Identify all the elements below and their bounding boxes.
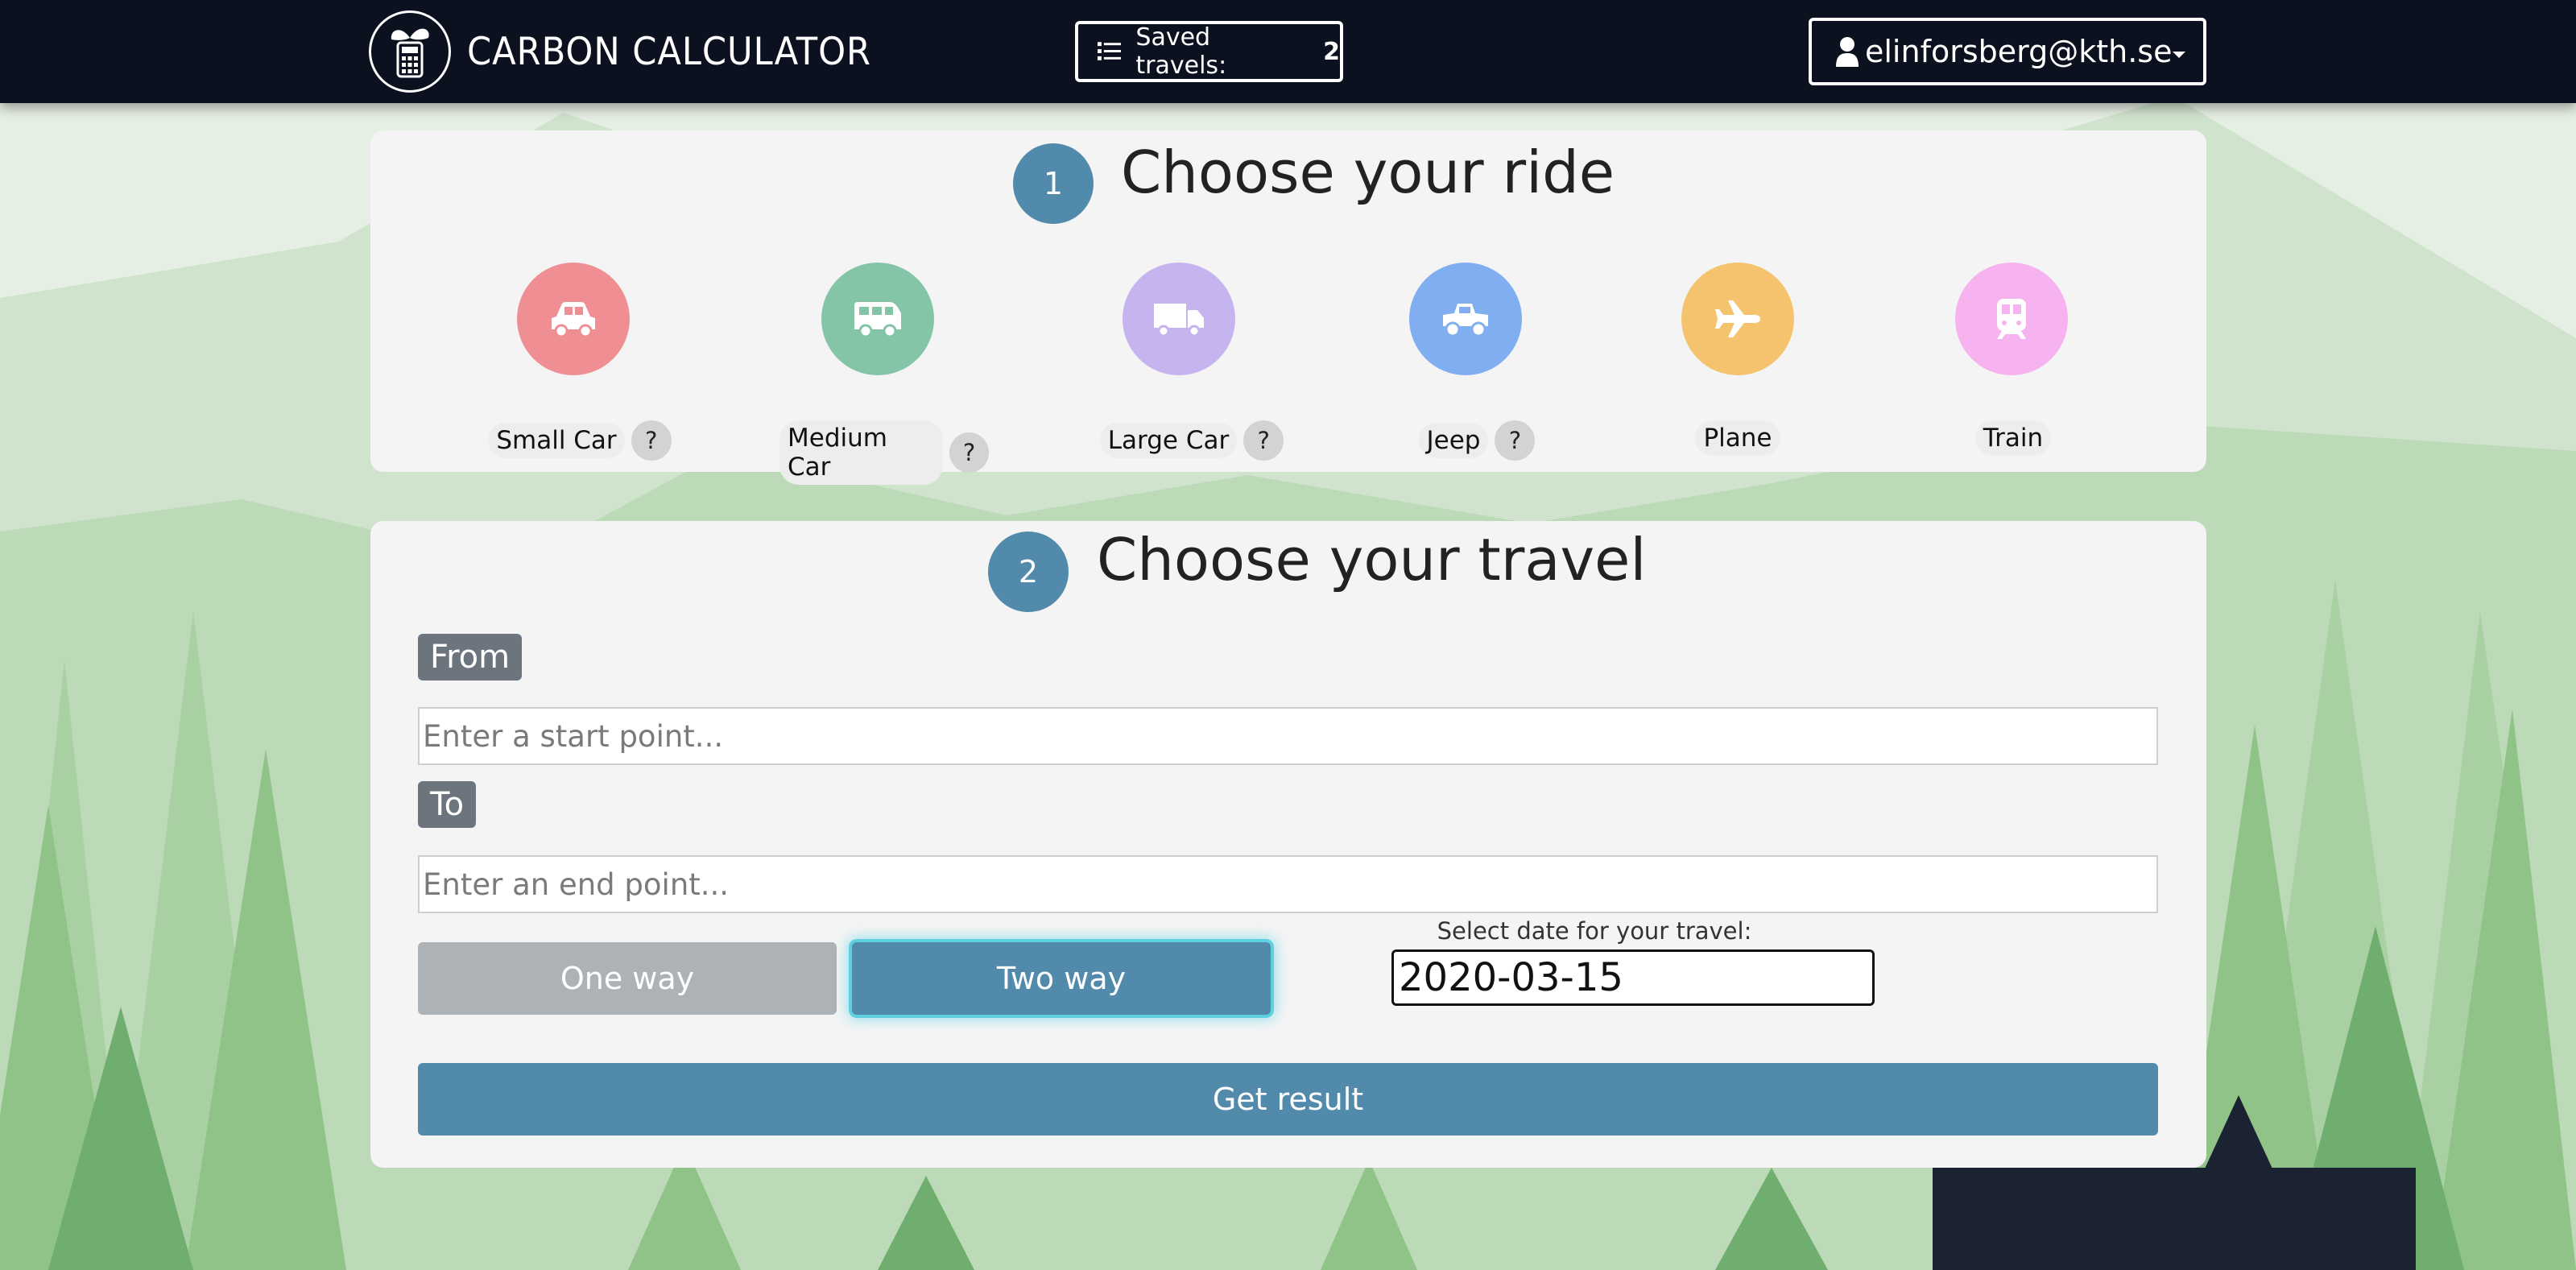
vehicle-label: Small Car — [488, 423, 625, 458]
step-title: Choose your ride — [1121, 139, 1615, 206]
jeep-icon — [1443, 304, 1488, 337]
saved-travels-button[interactable]: Saved travels: 2 — [1075, 21, 1343, 82]
car-icon — [552, 302, 595, 337]
truck-icon — [1154, 304, 1204, 337]
brand[interactable]: CARBON CALCULATOR — [369, 10, 907, 93]
date-label: Select date for your travel: — [1437, 917, 1752, 945]
van-icon — [854, 302, 901, 337]
saved-travels-label: Saved travels: — [1135, 23, 1227, 80]
vehicle-option-large-car[interactable]: Large Car ? — [1087, 263, 1296, 461]
end-point-input[interactable] — [418, 855, 2158, 913]
get-result-button[interactable]: Get result — [418, 1063, 2158, 1136]
calculator-leaf-logo-icon — [369, 10, 451, 93]
vehicle-label: Train — [1974, 420, 2052, 456]
vehicle-label: Plane — [1695, 420, 1780, 456]
vehicle-option-small-car[interactable]: Small Car ? — [475, 263, 684, 461]
one-way-button[interactable]: One way — [418, 942, 837, 1015]
help-icon[interactable]: ? — [949, 432, 989, 473]
start-point-input[interactable] — [418, 707, 2158, 765]
choose-travel-card: 2 Choose your travel From To One way Two… — [370, 521, 2206, 1168]
travel-date-input[interactable] — [1391, 949, 1875, 1006]
choose-ride-card: 1 Choose your ride Small Car ? Medium Ca… — [370, 130, 2206, 485]
help-icon[interactable]: ? — [1243, 420, 1284, 461]
vehicle-label: Medium Car — [779, 420, 944, 485]
vehicle-circle[interactable] — [517, 263, 630, 375]
vehicle-option-medium-car[interactable]: Medium Car ? — [779, 263, 989, 485]
list-icon — [1098, 42, 1122, 60]
user-email: elinforsberg@kth.se — [1865, 34, 2173, 69]
vehicle-option-jeep[interactable]: Jeep ? — [1372, 263, 1582, 461]
user-menu-dropdown[interactable]: elinforsberg@kth.se — [1809, 18, 2206, 85]
vehicle-circle[interactable] — [1681, 263, 1794, 375]
saved-travels-count: 2 — [1323, 37, 1340, 66]
to-label: To — [418, 781, 477, 828]
vehicle-label: Jeep — [1418, 423, 1489, 458]
step-number-badge: 1 — [1013, 143, 1094, 224]
vehicle-circle[interactable] — [1123, 263, 1235, 375]
step-title: Choose your travel — [1097, 526, 1647, 594]
chevron-down-icon — [2173, 52, 2185, 58]
vehicle-circle[interactable] — [821, 263, 934, 375]
help-icon[interactable]: ? — [631, 420, 672, 461]
from-label: From — [418, 634, 523, 681]
vehicle-circle[interactable] — [1955, 263, 2068, 375]
train-icon — [1997, 299, 2026, 339]
app-title: CARBON CALCULATOR — [467, 29, 871, 74]
step-number-badge: 2 — [988, 532, 1069, 612]
two-way-button[interactable]: Two way — [852, 942, 1271, 1015]
vehicle-option-plane[interactable]: Plane — [1633, 263, 1842, 456]
user-icon — [1836, 37, 1859, 67]
vehicle-option-train[interactable]: Train — [1908, 263, 2118, 456]
vehicle-circle[interactable] — [1409, 263, 1522, 375]
top-navbar: CARBON CALCULATOR Saved travels: 2 elinf… — [0, 0, 2576, 103]
vehicle-label: Large Car — [1099, 423, 1238, 458]
plane-icon — [1715, 300, 1760, 337]
help-icon[interactable]: ? — [1495, 420, 1536, 461]
